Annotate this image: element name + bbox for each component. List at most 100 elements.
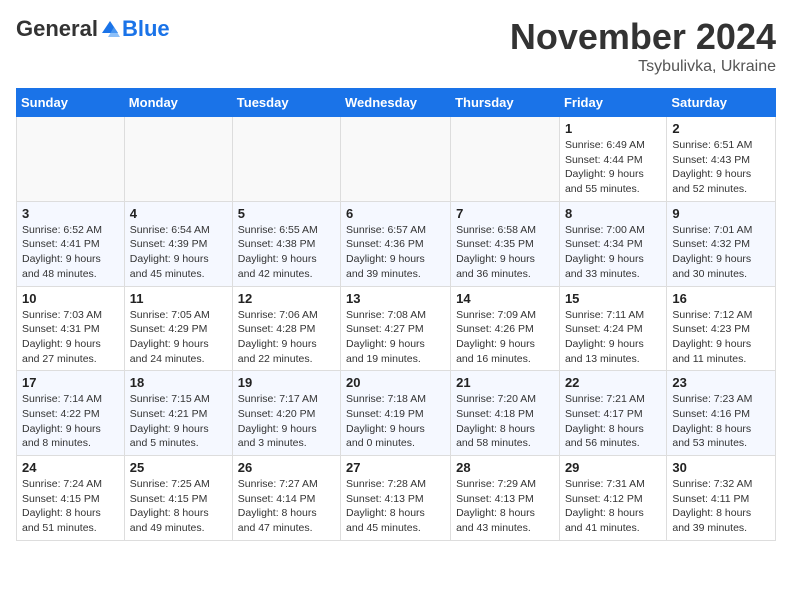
title-block: November 2024 Tsybulivka, Ukraine [510, 16, 776, 76]
day-info: Sunrise: 7:24 AM Sunset: 4:15 PM Dayligh… [22, 477, 119, 536]
day-info: Sunrise: 7:12 AM Sunset: 4:23 PM Dayligh… [672, 308, 770, 367]
calendar-week-row: 24 Sunrise: 7:24 AM Sunset: 4:15 PM Dayli… [17, 456, 776, 541]
day-number: 6 [346, 206, 445, 221]
day-number: 22 [565, 375, 661, 390]
page-container: General Blue November 2024 Tsybulivka, U… [0, 0, 792, 549]
calendar-week-row: 3 Sunrise: 6:52 AM Sunset: 4:41 PM Daylig… [17, 201, 776, 286]
day-number: 15 [565, 291, 661, 306]
day-info: Sunrise: 7:00 AM Sunset: 4:34 PM Dayligh… [565, 223, 661, 282]
day-number: 30 [672, 460, 770, 475]
table-row: 8 Sunrise: 7:00 AM Sunset: 4:34 PM Daylig… [559, 201, 666, 286]
day-number: 18 [130, 375, 227, 390]
table-row: 30 Sunrise: 7:32 AM Sunset: 4:11 PM Dayli… [667, 456, 776, 541]
day-number: 27 [346, 460, 445, 475]
day-number: 28 [456, 460, 554, 475]
logo-general: General [16, 16, 98, 42]
table-row: 28Sunrise: 7:29 AM Sunset: 4:13 PM Dayli… [451, 456, 560, 541]
col-tuesday: Tuesday [232, 89, 340, 117]
table-row: 5 Sunrise: 6:55 AM Sunset: 4:38 PM Daylig… [232, 201, 340, 286]
day-info: Sunrise: 6:49 AM Sunset: 4:44 PM Dayligh… [565, 138, 661, 197]
calendar-table: Sunday Monday Tuesday Wednesday Thursday… [16, 88, 776, 541]
month-title: November 2024 [510, 16, 776, 58]
day-number: 4 [130, 206, 227, 221]
table-row: 25 Sunrise: 7:25 AM Sunset: 4:15 PM Dayli… [124, 456, 232, 541]
table-row [17, 117, 125, 202]
logo-blue: Blue [122, 16, 170, 42]
day-info: Sunrise: 6:55 AM Sunset: 4:38 PM Dayligh… [238, 223, 335, 282]
col-thursday: Thursday [451, 89, 560, 117]
day-number: 3 [22, 206, 119, 221]
day-info: Sunrise: 7:25 AM Sunset: 4:15 PM Dayligh… [130, 477, 227, 536]
calendar-week-row: 10Sunrise: 7:03 AM Sunset: 4:31 PM Dayli… [17, 286, 776, 371]
day-info: Sunrise: 7:08 AM Sunset: 4:27 PM Dayligh… [346, 308, 445, 367]
table-row: 21 Sunrise: 7:20 AM Sunset: 4:18 PM Dayli… [451, 371, 560, 456]
day-info: Sunrise: 7:03 AM Sunset: 4:31 PM Dayligh… [22, 308, 119, 367]
col-monday: Monday [124, 89, 232, 117]
day-number: 1 [565, 121, 661, 136]
day-info: Sunrise: 7:14 AM Sunset: 4:22 PM Dayligh… [22, 392, 119, 451]
col-sunday: Sunday [17, 89, 125, 117]
table-row: 9Sunrise: 7:01 AM Sunset: 4:32 PM Daylig… [667, 201, 776, 286]
day-info: Sunrise: 7:32 AM Sunset: 4:11 PM Dayligh… [672, 477, 770, 536]
table-row: 19 Sunrise: 7:17 AM Sunset: 4:20 PM Dayli… [232, 371, 340, 456]
day-info: Sunrise: 7:21 AM Sunset: 4:17 PM Dayligh… [565, 392, 661, 451]
day-info: Sunrise: 7:27 AM Sunset: 4:14 PM Dayligh… [238, 477, 335, 536]
table-row: 11Sunrise: 7:05 AM Sunset: 4:29 PM Dayli… [124, 286, 232, 371]
day-number: 11 [130, 291, 227, 306]
table-row: 10Sunrise: 7:03 AM Sunset: 4:31 PM Dayli… [17, 286, 125, 371]
table-row [232, 117, 340, 202]
day-info: Sunrise: 7:28 AM Sunset: 4:13 PM Dayligh… [346, 477, 445, 536]
table-row [124, 117, 232, 202]
table-row: 1 Sunrise: 6:49 AM Sunset: 4:44 PM Daylig… [559, 117, 666, 202]
day-number: 12 [238, 291, 335, 306]
col-wednesday: Wednesday [341, 89, 451, 117]
day-info: Sunrise: 7:06 AM Sunset: 4:28 PM Dayligh… [238, 308, 335, 367]
day-number: 19 [238, 375, 335, 390]
table-row: 23 Sunrise: 7:23 AM Sunset: 4:16 PM Dayli… [667, 371, 776, 456]
day-info: Sunrise: 7:23 AM Sunset: 4:16 PM Dayligh… [672, 392, 770, 451]
day-number: 21 [456, 375, 554, 390]
table-row: 2Sunrise: 6:51 AM Sunset: 4:43 PM Daylig… [667, 117, 776, 202]
table-row: 12 Sunrise: 7:06 AM Sunset: 4:28 PM Dayli… [232, 286, 340, 371]
day-number: 13 [346, 291, 445, 306]
table-row: 20 Sunrise: 7:18 AM Sunset: 4:19 PM Dayli… [341, 371, 451, 456]
day-number: 2 [672, 121, 770, 136]
table-row: 24 Sunrise: 7:24 AM Sunset: 4:15 PM Dayli… [17, 456, 125, 541]
calendar-header-row: Sunday Monday Tuesday Wednesday Thursday… [17, 89, 776, 117]
day-info: Sunrise: 6:57 AM Sunset: 4:36 PM Dayligh… [346, 223, 445, 282]
day-number: 14 [456, 291, 554, 306]
table-row: 16 Sunrise: 7:12 AM Sunset: 4:23 PM Dayli… [667, 286, 776, 371]
day-info: Sunrise: 7:18 AM Sunset: 4:19 PM Dayligh… [346, 392, 445, 451]
logo-icon [100, 19, 120, 39]
calendar-week-row: 1 Sunrise: 6:49 AM Sunset: 4:44 PM Daylig… [17, 117, 776, 202]
day-number: 25 [130, 460, 227, 475]
day-info: Sunrise: 6:58 AM Sunset: 4:35 PM Dayligh… [456, 223, 554, 282]
table-row: 22 Sunrise: 7:21 AM Sunset: 4:17 PM Dayli… [559, 371, 666, 456]
day-number: 24 [22, 460, 119, 475]
day-info: Sunrise: 7:01 AM Sunset: 4:32 PM Dayligh… [672, 223, 770, 282]
day-number: 5 [238, 206, 335, 221]
logo: General Blue [16, 16, 170, 42]
day-number: 20 [346, 375, 445, 390]
col-saturday: Saturday [667, 89, 776, 117]
table-row: 15 Sunrise: 7:11 AM Sunset: 4:24 PM Dayli… [559, 286, 666, 371]
day-number: 8 [565, 206, 661, 221]
day-info: Sunrise: 6:52 AM Sunset: 4:41 PM Dayligh… [22, 223, 119, 282]
day-info: Sunrise: 7:17 AM Sunset: 4:20 PM Dayligh… [238, 392, 335, 451]
table-row: 27 Sunrise: 7:28 AM Sunset: 4:13 PM Dayli… [341, 456, 451, 541]
day-info: Sunrise: 7:31 AM Sunset: 4:12 PM Dayligh… [565, 477, 661, 536]
table-row: 17Sunrise: 7:14 AM Sunset: 4:22 PM Dayli… [17, 371, 125, 456]
day-info: Sunrise: 7:11 AM Sunset: 4:24 PM Dayligh… [565, 308, 661, 367]
logo-text: General Blue [16, 16, 170, 42]
col-friday: Friday [559, 89, 666, 117]
day-info: Sunrise: 7:20 AM Sunset: 4:18 PM Dayligh… [456, 392, 554, 451]
table-row: 13 Sunrise: 7:08 AM Sunset: 4:27 PM Dayli… [341, 286, 451, 371]
table-row [451, 117, 560, 202]
day-info: Sunrise: 7:15 AM Sunset: 4:21 PM Dayligh… [130, 392, 227, 451]
day-number: 23 [672, 375, 770, 390]
table-row: 26Sunrise: 7:27 AM Sunset: 4:14 PM Dayli… [232, 456, 340, 541]
table-row: 18 Sunrise: 7:15 AM Sunset: 4:21 PM Dayli… [124, 371, 232, 456]
table-row: 4Sunrise: 6:54 AM Sunset: 4:39 PM Daylig… [124, 201, 232, 286]
day-number: 16 [672, 291, 770, 306]
header: General Blue November 2024 Tsybulivka, U… [16, 16, 776, 76]
